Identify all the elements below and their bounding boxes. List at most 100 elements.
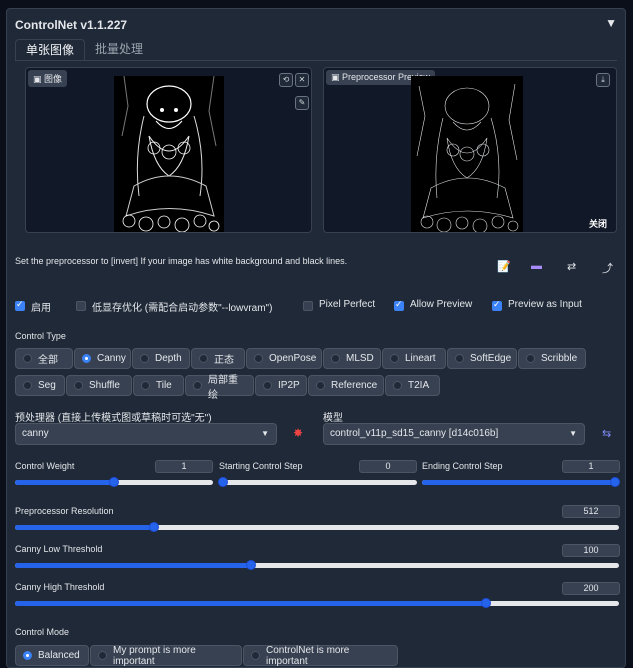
chevron-down-icon: ▼ [261, 429, 269, 438]
preview-image [411, 76, 523, 232]
control-type-normal[interactable]: 正态 [191, 348, 245, 369]
canny-high-label: Canny High Threshold [15, 582, 105, 592]
preview-image-art [411, 76, 523, 232]
lowvram-label: 低显存优化 (需配合启动参数"--lowvram") [92, 303, 273, 314]
model-select[interactable]: control_v11p_sd15_canny [d14c016b] ▼ [323, 423, 585, 445]
collapse-icon[interactable]: ▼ [605, 16, 617, 30]
rotate-icon[interactable]: ⟲ [279, 73, 293, 87]
allow-preview-checkbox[interactable] [394, 299, 404, 311]
clear-image-icon[interactable]: ✕ [295, 73, 309, 87]
preprocessor-resolution-input[interactable]: 512 [562, 505, 620, 518]
control-type-inpaint[interactable]: 局部重绘 [185, 375, 254, 401]
slider-fill [15, 563, 251, 568]
lowvram-checkbox[interactable] [76, 301, 86, 311]
control-mode-controlnet[interactable]: ControlNet is more important [243, 645, 398, 667]
starting-step-label: Starting Control Step [219, 461, 303, 471]
control-type-scribble[interactable]: Scribble [518, 348, 586, 369]
canny-low-slider[interactable] [15, 560, 619, 570]
control-weight-input[interactable]: 1 [155, 460, 213, 473]
image-icon: ▣ [33, 74, 45, 84]
radio-dot [316, 381, 325, 390]
radio-dot [23, 651, 32, 660]
send-dimensions-icon[interactable]: ⤴ [602, 260, 613, 276]
control-type-softedge[interactable]: SoftEdge [447, 348, 517, 369]
control-type-ip2p[interactable]: IP2P [255, 375, 307, 396]
canny-high-input[interactable]: 200 [562, 582, 620, 595]
control-weight-slider[interactable] [15, 477, 213, 487]
radio-dot [331, 354, 340, 363]
run-preprocessor-icon[interactable]: 📝 [497, 260, 511, 273]
control-type-openpose[interactable]: OpenPose [246, 348, 322, 369]
slider-thumb[interactable] [245, 560, 256, 570]
preview-as-input-checkbox[interactable] [492, 299, 502, 311]
control-type-canny[interactable]: Canny [74, 348, 131, 369]
preview-as-input-label: Preview as Input [508, 299, 582, 310]
preprocessor-select[interactable]: canny ▼ [15, 423, 277, 445]
download-icon[interactable]: ⤓ [596, 73, 610, 87]
radio-dot [23, 354, 32, 363]
control-type-t2ia[interactable]: T2IA [385, 375, 440, 396]
control-type-reference[interactable]: Reference [308, 375, 384, 396]
ending-step-input[interactable]: 1 [562, 460, 620, 473]
radio-dot [82, 354, 91, 363]
camera-icon[interactable]: ▬ [531, 260, 542, 272]
radio-dot [390, 354, 399, 363]
enable-checkbox[interactable] [15, 299, 25, 311]
control-type-lineart[interactable]: Lineart [382, 348, 446, 369]
refresh-models-icon[interactable]: ⇆ [602, 427, 611, 440]
starting-step-input[interactable]: 0 [359, 460, 417, 473]
preprocessor-resolution-label: Preprocessor Resolution [15, 506, 114, 516]
close-preview-button[interactable]: 关闭 [586, 216, 611, 231]
slider-fill [15, 525, 154, 530]
control-mode-label: Control Mode [15, 627, 70, 637]
starting-step-slider[interactable] [218, 477, 417, 487]
radio-dot [199, 354, 208, 363]
slider-thumb[interactable] [218, 477, 228, 487]
canny-high-slider[interactable] [15, 598, 619, 608]
control-type-label: Control Type [15, 331, 66, 341]
control-type-seg[interactable]: Seg [15, 375, 65, 396]
preprocessor-resolution-slider[interactable] [15, 522, 619, 532]
tab-batch[interactable]: 批量处理 [85, 39, 153, 59]
radio-dot [23, 381, 32, 390]
tab-single-image[interactable]: 单张图像 [15, 39, 86, 61]
slider-thumb[interactable] [148, 522, 159, 532]
pixel-perfect-checkbox[interactable] [303, 301, 313, 311]
image-icon: ▣ [331, 72, 343, 82]
slider-thumb[interactable] [109, 477, 119, 487]
panel-title[interactable]: ControlNet v1.1.227 [15, 18, 127, 32]
preprocessor-preview-box: ▣ Preprocessor Preview ⤓ 关闭 [323, 67, 617, 233]
radio-dot [251, 651, 260, 660]
control-weight-label: Control Weight [15, 461, 75, 471]
slider-thumb[interactable] [481, 598, 492, 608]
radio-dot [393, 381, 402, 390]
control-mode-balanced[interactable]: Balanced [15, 645, 89, 666]
control-type-tile[interactable]: Tile [133, 375, 184, 396]
invert-hint: Set the preprocessor to [invert] If your… [15, 256, 348, 266]
control-type-shuffle[interactable]: Shuffle [66, 375, 132, 396]
ending-step-slider[interactable] [422, 477, 620, 487]
radio-dot [193, 381, 202, 390]
control-mode-prompt[interactable]: My prompt is more important [90, 645, 242, 667]
ending-step-label: Ending Control Step [422, 461, 503, 471]
uploaded-image [114, 76, 224, 232]
pixel-perfect-label: Pixel Perfect [319, 299, 376, 310]
radio-dot [263, 381, 272, 390]
image-box-label: ▣ 图像 [28, 70, 68, 87]
chevron-down-icon: ▼ [569, 429, 577, 438]
explosion-icon[interactable]: ✸ [293, 426, 303, 440]
radio-dot [141, 381, 150, 390]
slider-fill [15, 480, 114, 485]
slider-thumb[interactable] [610, 477, 620, 487]
image-upload-box[interactable]: ▣ 图像 ⟲ ✕ ✎ [25, 67, 312, 233]
radio-dot [526, 354, 535, 363]
control-type-all[interactable]: 全部 [15, 348, 73, 369]
control-type-mlsd[interactable]: MLSD [323, 348, 381, 369]
canny-low-label: Canny Low Threshold [15, 544, 103, 554]
allow-preview-label: Allow Preview [410, 299, 473, 310]
edit-brush-icon[interactable]: ✎ [295, 96, 309, 110]
tab-divider [15, 60, 617, 61]
control-type-depth[interactable]: Depth [132, 348, 190, 369]
canny-low-input[interactable]: 100 [562, 544, 620, 557]
swap-icon[interactable]: ⇄ [567, 260, 576, 273]
